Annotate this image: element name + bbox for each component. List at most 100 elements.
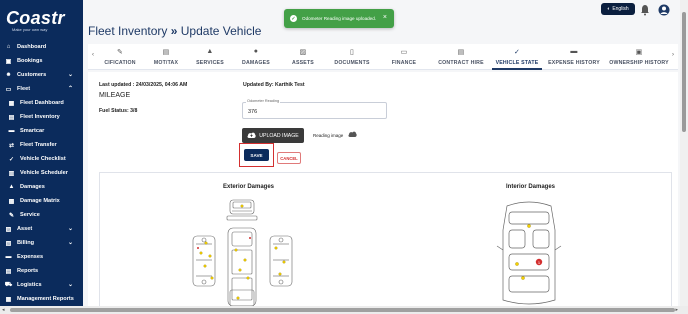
sidebar-item[interactable]: ⛟ Logistics ⌄ <box>0 278 83 292</box>
logo-tagline: Make your own way <box>12 27 48 32</box>
damages-card: Exterior Damages Interior Damages 1 <box>99 172 672 308</box>
odometer-label: Odometer Reading <box>246 99 281 103</box>
document-icon: ▯ <box>349 49 355 56</box>
tab-cification[interactable]: ✎ CIFICATION <box>100 48 140 70</box>
sidebar-item-label: Damages <box>20 184 45 190</box>
tab-label: DOCUMENTS <box>334 60 370 66</box>
sidebar-item-label: Management Reports <box>17 296 74 302</box>
odometer-reading-field[interactable]: Odometer Reading 376 <box>242 99 387 119</box>
brand-logo[interactable]: Coastr Make your own way <box>6 8 78 34</box>
tab-documents[interactable]: ▯ DOCUMENTS <box>330 48 374 70</box>
sidebar-item-label: Logistics <box>17 282 42 288</box>
reading-image-label: Reading image <box>313 133 344 138</box>
sidebar-item[interactable]: ▦ Fleet Dashboard <box>0 96 83 110</box>
cloud-upload-icon <box>247 132 256 140</box>
contract-icon: ▤ <box>457 49 465 56</box>
tabs-scroll-left-icon[interactable]: ‹ <box>92 52 94 58</box>
car-icon: ▭ <box>5 86 12 93</box>
tab-label: VEHICLE STATE <box>495 60 539 66</box>
tabs-scroll-right-icon[interactable]: › <box>672 52 674 58</box>
tab-expense-history[interactable]: ▬ EXPENSE HISTORY <box>546 48 602 70</box>
notification-bell-icon[interactable] <box>640 3 650 16</box>
reading-image-cloud-icon[interactable] <box>348 131 357 139</box>
vehicle-tabs: ‹ › ✎ CIFICATION ▤ MOT/TAX ▲ SERVICES ● DAMAGES… <box>88 44 678 70</box>
sidebar-item-label: Asset <box>17 226 33 232</box>
upload-image-button[interactable]: UPLOAD IMAGE <box>242 128 304 143</box>
tab-label: OWNERSHIP HISTORY <box>609 60 669 66</box>
sidebar-item[interactable]: ▩ Damage Matrix <box>0 194 83 208</box>
tab-damages[interactable]: ● DAMAGES <box>236 48 276 70</box>
chevron-icon: ⌄ <box>67 226 73 232</box>
transfer-icon: ⇄ <box>8 142 15 149</box>
sidebar-item[interactable]: ▧ Billing ⌄ <box>0 236 83 250</box>
warning-icon: ▲ <box>206 48 214 55</box>
chevron-icon: ⌄ <box>67 72 73 78</box>
sidebar-item[interactable]: ⇄ Fleet Transfer <box>0 138 83 152</box>
interior-vehicle-diagram[interactable]: 1 <box>493 200 565 309</box>
sidebar-item[interactable]: ▲ Damages <box>0 180 83 194</box>
horizontal-scrollbar[interactable]: ◂ ▸ <box>0 306 688 314</box>
sidebar-item[interactable]: ✓ Vehicle Checklist <box>0 152 83 166</box>
sidebar-item[interactable]: ⌂ Dashboard <box>0 40 83 54</box>
sidebar-item[interactable]: ▬ Expenses <box>0 250 83 264</box>
finance-icon: ▭ <box>400 49 408 56</box>
scroll-left-arrow-icon[interactable]: ◂ <box>2 307 5 313</box>
scheduler-icon: ▥ <box>8 170 15 177</box>
cancel-button[interactable]: CANCEL <box>277 152 301 164</box>
page-title-main: Fleet Inventory <box>88 24 168 38</box>
scroll-right-arrow-icon[interactable]: ▸ <box>675 307 678 313</box>
sidebar-item[interactable]: ▨ Asset ⌄ <box>0 222 83 236</box>
sidebar-item-label: Fleet <box>17 86 31 92</box>
page-title-sub: Update Vehicle <box>180 24 262 38</box>
sidebar-item-label: Reports <box>17 268 39 274</box>
vertical-scroll-thumb[interactable] <box>682 12 686 132</box>
tab-label: EXPENSE HISTORY <box>548 60 600 66</box>
people-icon: ☻ <box>5 72 12 78</box>
asset-icon: ▨ <box>5 226 12 233</box>
sidebar-item[interactable]: ▥ Vehicle Scheduler <box>0 166 83 180</box>
tab-label: MOT/TAX <box>153 60 179 66</box>
vertical-scrollbar[interactable] <box>680 0 688 306</box>
globe-icon: ◐ <box>607 6 611 12</box>
sidebar-item[interactable]: ▤ Reports <box>0 264 83 278</box>
tab-label: FINANCE <box>391 60 417 66</box>
sidebar-item-label: Fleet Dashboard <box>20 100 64 106</box>
exterior-damages-title: Exterior Damages <box>223 184 275 190</box>
save-button[interactable]: SAVE <box>244 149 269 161</box>
sidebar-item[interactable]: ▣ Bookings <box>0 54 83 68</box>
last-updated: Last updated : 24/03/2025, 04:06 AM <box>99 82 188 88</box>
tab-finance[interactable]: ▭ FINANCE <box>384 48 424 70</box>
interior-damages-title: Interior Damages <box>506 184 556 190</box>
exterior-vehicle-diagram[interactable] <box>190 198 300 309</box>
wrench-icon: ✎ <box>8 212 15 219</box>
matrix-icon: ▩ <box>8 198 15 205</box>
tab-vehicle-state[interactable]: ✓ VEHICLE STATE <box>492 48 542 70</box>
sidebar-item[interactable]: ▬ Smartcar <box>0 124 83 138</box>
horizontal-scroll-thumb[interactable] <box>10 308 675 312</box>
updated-by: Updated By: Karthik Test <box>243 82 305 88</box>
language-button[interactable]: ◐ English <box>601 3 635 15</box>
sidebar-item[interactable]: ☻ Customers ⌄ <box>0 68 83 82</box>
tax-icon: ▤ <box>162 49 170 56</box>
sidebar-item-label: Vehicle Scheduler <box>20 170 68 176</box>
tab-services[interactable]: ▲ SERVICES <box>190 48 230 70</box>
sidebar-item-label: Damage Matrix <box>20 198 60 204</box>
check-icon: ✓ <box>8 156 15 163</box>
tab-assets[interactable]: ▨ ASSETS <box>284 48 322 70</box>
sidebar-item[interactable]: ▤ Fleet Inventory <box>0 110 83 124</box>
tab-mot-tax[interactable]: ▤ MOT/TAX <box>148 48 184 70</box>
sidebar-item[interactable]: ✎ Service <box>0 208 83 222</box>
damage-icon: ● <box>253 48 259 55</box>
tab-ownership-history[interactable]: ▣ OWNERSHIP HISTORY <box>608 48 670 70</box>
tab-contract-hire[interactable]: ▤ CONTRACT HIRE <box>434 48 488 70</box>
tab-label: ASSETS <box>292 60 314 66</box>
sidebar-item[interactable]: ▭ Fleet ⌃ <box>0 82 83 96</box>
sidebar-item[interactable]: ▦ Management Reports <box>0 292 83 306</box>
wrench-icon: ✎ <box>116 49 124 56</box>
sidebar-item-label: Fleet Transfer <box>20 142 57 148</box>
expense-icon: ▬ <box>570 48 578 55</box>
chevron-icon: ⌄ <box>67 282 73 288</box>
toast-message: Odometer Reading image uploaded. <box>302 16 377 21</box>
toast-close-icon[interactable]: × <box>383 14 387 21</box>
user-account-icon[interactable] <box>658 3 670 16</box>
